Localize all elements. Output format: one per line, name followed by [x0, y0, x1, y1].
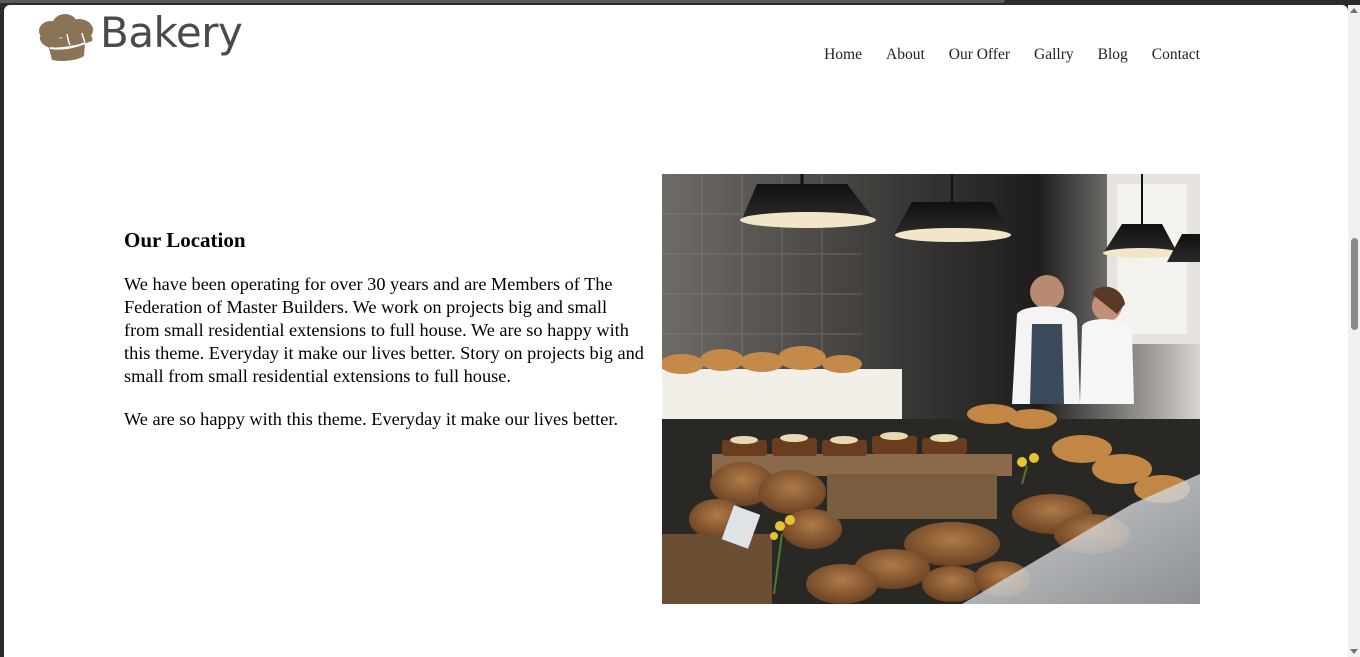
nav-blog[interactable]: Blog [1098, 46, 1128, 64]
location-section: Our Location We have been operating for … [124, 228, 644, 451]
section-paragraph-2: We are so happy with this theme. Everyda… [124, 409, 619, 429]
main-nav: Home About Our Offer Gallry Blog Contact [800, 46, 1200, 64]
page-viewport: Bakery Home About Our Offer Gallry Blog … [4, 5, 1348, 657]
scroll-thumb[interactable] [1351, 238, 1358, 330]
nav-about[interactable]: About [886, 46, 925, 64]
site-logo[interactable]: Bakery [34, 8, 243, 64]
chef-hat-icon [39, 14, 93, 61]
nav-our-offer[interactable]: Our Offer [949, 46, 1010, 64]
bakery-photo-illustration [662, 174, 1200, 604]
bakery-counter-photo [662, 174, 1200, 604]
page-scrollbar[interactable] [1348, 5, 1360, 657]
nav-home[interactable]: Home [824, 46, 862, 64]
brand-name: Bakery [100, 8, 243, 57]
nav-contact[interactable]: Contact [1152, 46, 1200, 64]
scroll-down-arrow-icon[interactable] [1350, 649, 1358, 654]
tab-edge [0, 0, 1005, 3]
section-paragraph-1: We have been operating for over 30 years… [124, 274, 644, 386]
section-title: Our Location [124, 228, 246, 252]
scroll-up-arrow-icon[interactable] [1350, 8, 1358, 13]
nav-gallery[interactable]: Gallry [1034, 46, 1074, 64]
